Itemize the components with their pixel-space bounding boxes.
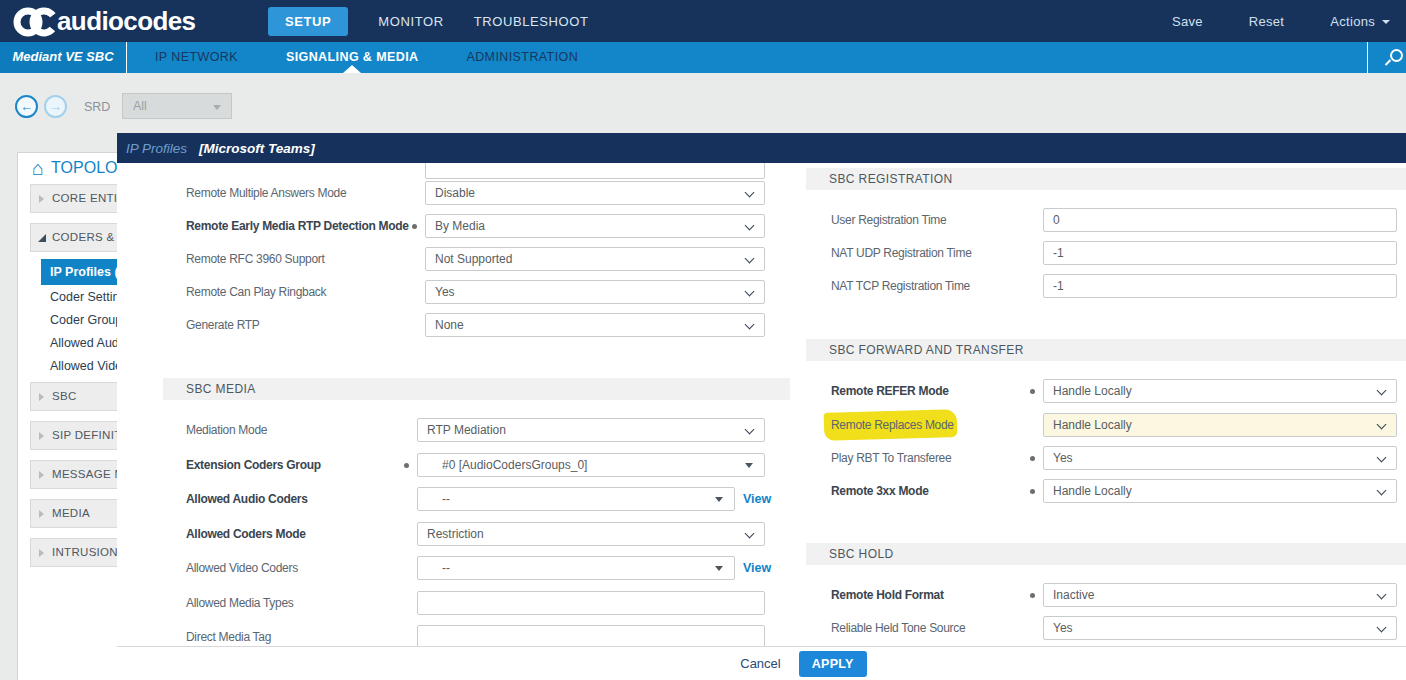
required-bullet-icon xyxy=(1030,389,1035,394)
allowed-audio-coders-label: Allowed Audio Coders xyxy=(186,487,308,511)
nat-tcp-registration-time-input[interactable]: -1 xyxy=(1043,274,1397,298)
play-rbt-to-transferee-select[interactable]: Yes xyxy=(1043,446,1397,470)
menu-troubleshoot[interactable]: TROUBLESHOOT xyxy=(474,14,589,29)
required-bullet-icon xyxy=(1030,456,1035,461)
dialog-footer: Cancel APPLY xyxy=(117,646,1406,680)
remote-replaces-mode-select[interactable]: Handle Locally xyxy=(1043,413,1397,437)
user-registration-time-label: User Registration Time xyxy=(831,208,946,232)
sub-nav: Mediant VE SBC IP NETWORK SIGNALING & MED… xyxy=(0,42,1406,73)
allowed-video-coders-select[interactable]: -- xyxy=(417,556,735,580)
form-row-generate-rtp: Generate RTP None xyxy=(117,313,1406,337)
collapse-icon xyxy=(38,234,46,242)
caret-down-icon xyxy=(1382,20,1390,24)
expand-icon xyxy=(39,432,44,440)
allowed-coders-mode-label: Allowed Coders Mode xyxy=(186,522,306,546)
logo-text: audiocodes xyxy=(57,6,195,37)
allowed-media-types-label: Allowed Media Types xyxy=(186,591,293,615)
expand-icon xyxy=(39,549,44,557)
reliable-held-tone-source-select[interactable]: Yes xyxy=(1043,616,1397,640)
section-sbc-hold: SBC HOLD xyxy=(806,543,1406,565)
form-row-reliable-held-tone-source: Reliable Held Tone Source Yes xyxy=(117,616,1406,640)
chevron-down-icon xyxy=(213,105,221,110)
required-bullet-icon xyxy=(1030,593,1035,598)
tab-ip-network[interactable]: IP NETWORK xyxy=(155,42,238,73)
expand-icon xyxy=(39,195,44,203)
remote-can-play-ringback-label: Remote Can Play Ringback xyxy=(186,280,326,304)
cancel-button[interactable]: Cancel xyxy=(740,656,780,671)
play-rbt-to-transferee-label: Play RBT To Transferee xyxy=(831,446,951,470)
form-row-remote-replaces-mode: Remote Replaces Mode Handle Locally xyxy=(117,413,1406,437)
menu-monitor[interactable]: MONITOR xyxy=(378,14,443,29)
nat-tcp-registration-time-label: NAT TCP Registration Time xyxy=(831,274,970,298)
user-registration-time-input[interactable]: 0 xyxy=(1043,208,1397,232)
subnav-tabs: IP NETWORK SIGNALING & MEDIA ADMINISTRATIO… xyxy=(155,42,578,73)
search-icon[interactable] xyxy=(1386,49,1403,66)
tab-administration[interactable]: ADMINISTRATION xyxy=(466,42,578,73)
required-bullet-icon xyxy=(1030,489,1035,494)
expand-icon xyxy=(39,393,44,401)
nat-udp-registration-time-label: NAT UDP Registration Time xyxy=(831,241,972,265)
allowed-coders-mode-select[interactable]: Restriction xyxy=(417,522,765,546)
nat-udp-registration-time-input[interactable]: -1 xyxy=(1043,241,1397,265)
dialog-title: IP Profiles xyxy=(126,141,187,156)
srd-dropdown[interactable]: All xyxy=(122,93,232,119)
remote-refer-mode-select[interactable]: Handle Locally xyxy=(1043,379,1397,403)
form-row-remote-hold-format: Remote Hold Format Inactive xyxy=(117,583,1406,607)
ip-profiles-dialog: IP Profiles [Microsoft Teams] Remote Mul… xyxy=(117,133,1406,680)
dialog-header: IP Profiles [Microsoft Teams] xyxy=(117,133,1406,163)
search-separator xyxy=(1367,42,1368,73)
top-bar: audiocodes SETUP MONITOR TROUBLESHOOT Save… xyxy=(0,0,1406,42)
form-row-remote-3xx-mode: Remote 3xx Mode Handle Locally xyxy=(117,479,1406,503)
audiocodes-logo[interactable]: audiocodes xyxy=(12,2,195,40)
dropdown-arrow-icon xyxy=(715,566,723,571)
topbar-actions: Save Reset Actions xyxy=(1172,0,1390,42)
menu-setup[interactable]: SETUP xyxy=(268,7,348,36)
generate-rtp-select[interactable]: None xyxy=(425,313,765,337)
dialog-context: [Microsoft Teams] xyxy=(199,141,315,156)
remote-refer-mode-label: Remote REFER Mode xyxy=(831,379,949,403)
apply-button[interactable]: APPLY xyxy=(799,651,867,677)
allowed-video-coders-label: Allowed Video Coders xyxy=(186,556,298,580)
remote-3xx-mode-select[interactable]: Handle Locally xyxy=(1043,479,1397,503)
remote-replaces-mode-label: Remote Replaces Mode xyxy=(831,413,954,437)
topbar-menu: SETUP MONITOR TROUBLESHOOT xyxy=(268,0,589,42)
expand-icon xyxy=(39,471,44,479)
remote-multiple-answers-mode-select[interactable]: Disable xyxy=(425,181,765,205)
remote-hold-format-select[interactable]: Inactive xyxy=(1043,583,1397,607)
mediation-mode-label: Mediation Mode xyxy=(186,418,267,442)
remote-early-media-rtp-detection-mode-label: Remote Early Media RTP Detection Mode xyxy=(186,214,409,238)
expand-icon xyxy=(39,510,44,518)
allowed-video-coders-view-link[interactable]: View xyxy=(743,556,771,580)
generate-rtp-label: Generate RTP xyxy=(186,313,260,337)
extension-coders-group-label: Extension Coders Group xyxy=(186,453,321,477)
save-button[interactable]: Save xyxy=(1172,14,1203,29)
remote-multiple-answers-mode-label: Remote Multiple Answers Mode xyxy=(186,181,346,205)
srd-label: SRD xyxy=(84,100,110,114)
section-sbc-forward-and-transfer: SBC FORWARD AND TRANSFER xyxy=(806,339,1406,361)
remote-rfc-3960-support-label: Remote RFC 3960 Support xyxy=(186,247,325,271)
device-name: Mediant VE SBC xyxy=(0,42,127,73)
back-button[interactable]: ← xyxy=(15,95,38,118)
tab-signaling-media[interactable]: SIGNALING & MEDIA xyxy=(286,42,419,73)
section-sbc-registration: SBC REGISTRATION xyxy=(806,168,1406,190)
actions-button[interactable]: Actions xyxy=(1330,14,1390,29)
remote-3xx-mode-label: Remote 3xx Mode xyxy=(831,479,929,503)
home-icon: ⌂ xyxy=(32,158,44,178)
form-row-remote-refer-mode: Remote REFER Mode Handle Locally xyxy=(117,379,1406,403)
page: audiocodes SETUP MONITOR TROUBLESHOOT Save… xyxy=(0,0,1406,680)
remote-hold-format-label: Remote Hold Format xyxy=(831,583,944,607)
reset-button[interactable]: Reset xyxy=(1249,14,1284,29)
forward-button[interactable]: → xyxy=(44,95,67,118)
audiocodes-logo-icon xyxy=(12,2,60,40)
reliable-held-tone-source-label: Reliable Held Tone Source xyxy=(831,616,965,640)
